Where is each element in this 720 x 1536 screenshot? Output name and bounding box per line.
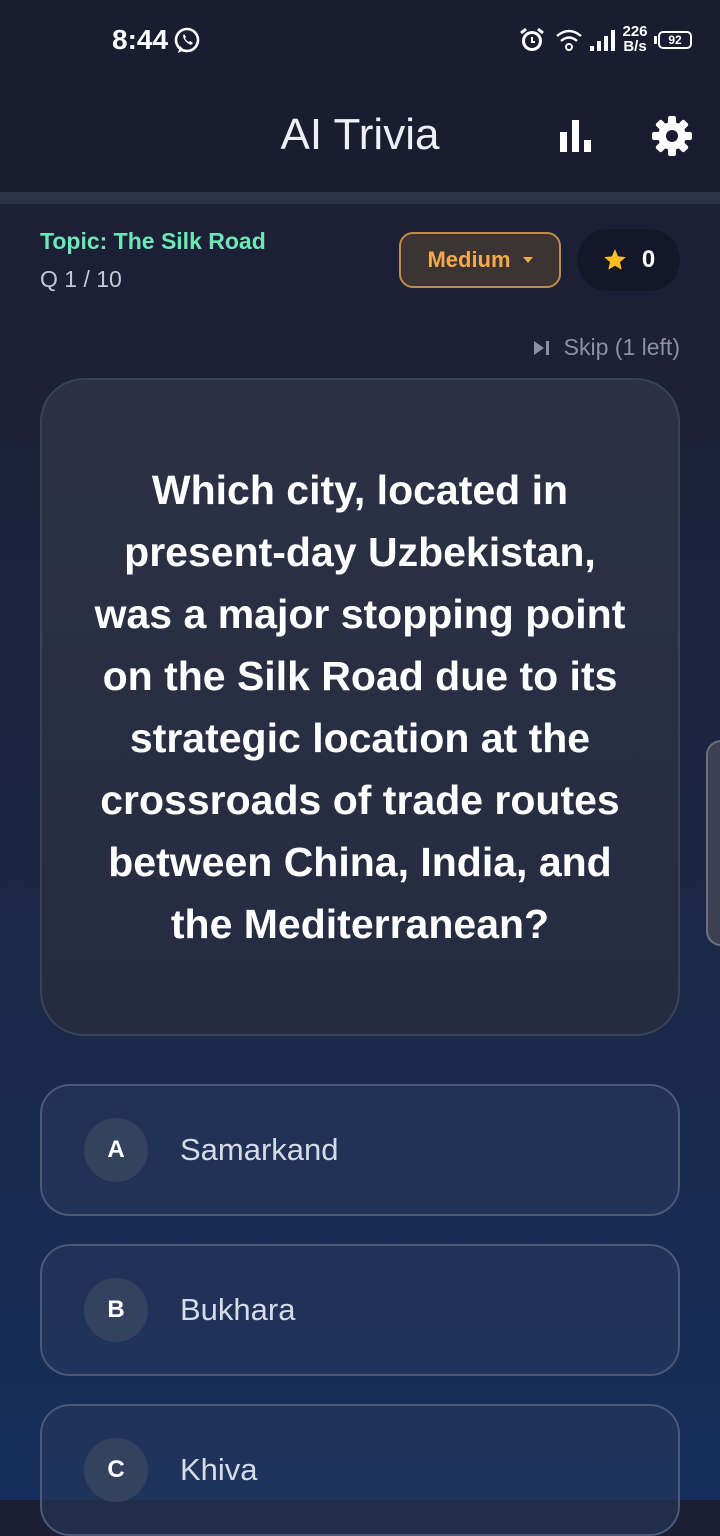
network-speed: 226 B/s [620,24,650,54]
side-panel-handle[interactable] [706,740,720,946]
app-bar: AI Trivia [0,80,720,192]
star-icon [603,249,626,270]
signal-icon [590,30,615,51]
score-badge: 0 [577,229,680,291]
skip-button[interactable]: Skip (1 left) [530,334,680,361]
answer-letter-badge: B [84,1278,148,1342]
answer-option-c[interactable]: C Khiva [40,1404,680,1536]
answer-text: Bukhara [180,1292,296,1327]
network-speed-value: 226 [622,23,648,40]
whatsapp-icon [174,27,200,53]
alarm-icon [520,27,544,51]
question-text: Which city, located in present-day Uzbek… [94,467,626,947]
status-bar: 8:44 226 B/s 92 [0,0,720,80]
question-card: Which city, located in present-day Uzbek… [40,378,680,1036]
status-time: 8:44 [112,24,169,55]
network-speed-unit: B/s [623,38,647,55]
answer-option-a[interactable]: A Samarkand [40,1084,680,1216]
answer-letter-badge: A [84,1118,148,1182]
skip-label: Skip (1 left) [563,334,680,360]
battery-nub [654,36,657,44]
difficulty-value: Medium [427,247,511,272]
answer-letter-badge: C [84,1438,148,1502]
answer-option-b[interactable]: B Bukhara [40,1244,680,1376]
bar-chart-icon[interactable] [556,116,596,156]
topic-label: Topic: The Silk Road [40,228,266,254]
answer-text: Samarkand [180,1132,339,1167]
header-divider [0,192,720,204]
skip-next-icon [533,340,549,355]
question-progress: Q 1 / 10 [40,266,122,292]
score-value: 0 [641,246,656,273]
battery-level: 92 [668,33,682,47]
battery-icon: 92 [658,31,692,49]
app-title: AI Trivia [280,110,440,159]
chevron-down-icon [522,257,533,263]
wifi-icon [556,29,582,51]
answer-text: Khiva [180,1452,258,1487]
gear-icon[interactable] [650,114,694,158]
difficulty-dropdown[interactable]: Medium [399,232,561,288]
